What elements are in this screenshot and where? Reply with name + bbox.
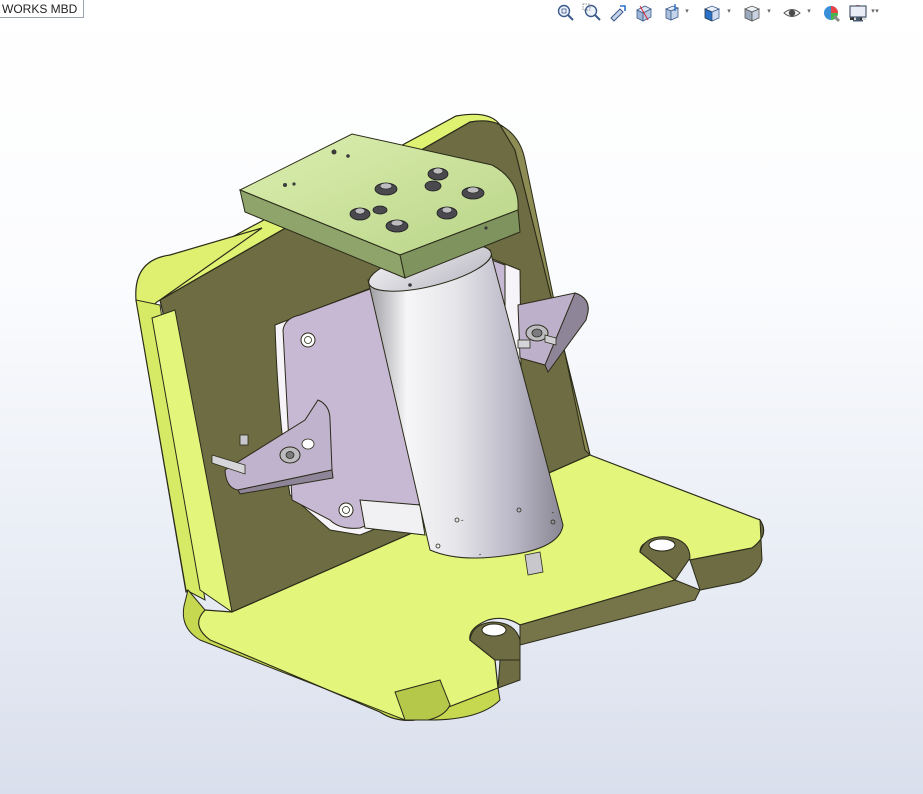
zoom-to-area-icon[interactable] [581, 3, 603, 23]
view-settings-dropdown-arrow-icon[interactable]: ▾ [873, 8, 881, 16]
dynamic-annotation-views-icon[interactable] [661, 3, 683, 23]
document-tab-label[interactable]: WORKS MBD [0, 0, 85, 18]
view-orientation-icon[interactable] [701, 3, 723, 23]
heads-up-view-toolbar: ▾ ▾ ▾ ▾ ▾ [553, 0, 893, 26]
previous-view-icon[interactable] [607, 3, 629, 23]
view-settings-icon[interactable] [847, 3, 869, 23]
zoom-to-fit-icon[interactable] [555, 3, 577, 23]
view-orientation-dropdown-arrow-icon[interactable]: ▾ [725, 8, 733, 16]
display-style-dropdown-arrow-icon[interactable]: ▾ [765, 8, 773, 16]
hide-show-items-icon[interactable] [781, 3, 803, 23]
edit-appearance-icon[interactable] [821, 3, 843, 23]
right-clamp-arm [517, 292, 589, 374]
graphics-viewport[interactable] [0, 0, 923, 794]
display-style-icon[interactable] [741, 3, 763, 23]
section-view-icon[interactable] [633, 3, 655, 23]
dynamic-annotation-dropdown-arrow-icon[interactable]: ▾ [683, 8, 691, 16]
hide-show-dropdown-arrow-icon[interactable]: ▾ [805, 8, 813, 16]
